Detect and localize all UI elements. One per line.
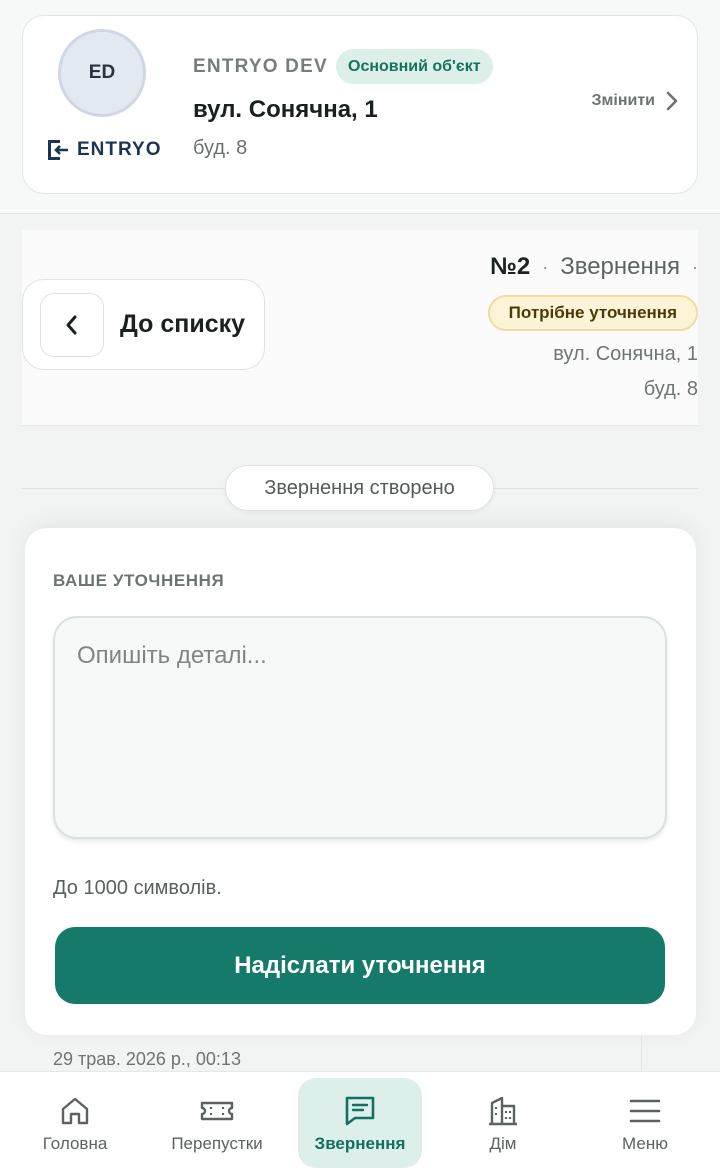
nav-item-passes[interactable]: Перепустки <box>155 1078 279 1168</box>
ticket-header: До списку №2 · Звернення · Потрібне уточ… <box>22 230 698 426</box>
object-header: ED ENTRYO ENTRYO DEV Основний об'єкт вул… <box>0 0 720 214</box>
brand-logo: ENTRYO <box>45 137 161 163</box>
entryo-logo-icon <box>48 140 68 160</box>
ticket-number: №2 <box>490 253 531 280</box>
character-limit-hint: До 1000 символів. <box>53 877 222 899</box>
clarification-input[interactable] <box>53 616 667 839</box>
nav-label-requests: Звернення <box>314 1134 406 1153</box>
message-timestamp: 29 трав. 2026 р., 00:13 <box>53 1049 241 1069</box>
nav-label-home: Головна <box>42 1134 108 1153</box>
change-object-button[interactable]: Змінити <box>592 90 679 112</box>
menu-icon <box>626 1092 664 1130</box>
avatar: ED <box>58 29 146 117</box>
ticket-icon <box>198 1092 236 1130</box>
brand-name: ENTRYO <box>77 139 162 160</box>
nav-item-menu[interactable]: Меню <box>583 1078 707 1168</box>
org-name: ENTRYO DEV <box>193 56 328 77</box>
ticket-type: Звернення <box>560 253 680 280</box>
back-to-list-label: До списку <box>120 310 246 338</box>
bottom-nav: Головна Перепустки Звернення Дім Меню <box>0 1071 720 1173</box>
building-icon <box>484 1092 522 1130</box>
clarification-sheet: ВАШЕ УТОЧНЕННЯ До 1000 символів. Надісла… <box>25 528 696 1035</box>
chevron-left-icon <box>40 292 104 357</box>
nav-item-home[interactable]: Головна <box>13 1078 137 1168</box>
ticket-street: вул. Сонячна, 1 <box>553 343 698 365</box>
nav-label-menu: Меню <box>622 1134 668 1153</box>
separator-dot: · <box>692 256 698 277</box>
clarification-title: ВАШЕ УТОЧНЕННЯ <box>53 571 225 590</box>
nav-label-passes: Перепустки <box>171 1134 263 1153</box>
object-card[interactable]: ED ENTRYO ENTRYO DEV Основний об'єкт вул… <box>22 15 698 194</box>
chevron-right-icon <box>666 91 678 111</box>
ticket-meta: №2 · Звернення · <box>490 253 698 281</box>
ticket-building: буд. 8 <box>643 378 698 400</box>
object-street: вул. Сонячна, 1 <box>193 96 378 123</box>
status-badge: Потрібне уточнення <box>487 295 698 331</box>
separator-dot: · <box>542 256 549 277</box>
nav-item-home-building[interactable]: Дім <box>441 1078 565 1168</box>
home-icon <box>56 1092 94 1130</box>
nav-label-building: Дім <box>489 1134 517 1153</box>
submit-clarification-button[interactable]: Надіслати уточнення <box>55 927 665 1004</box>
back-to-list-button[interactable]: До списку <box>22 279 265 370</box>
message-icon <box>341 1092 379 1130</box>
object-building: буд. 8 <box>193 137 248 159</box>
primary-object-badge: Основний об'єкт <box>336 49 493 84</box>
nav-item-requests[interactable]: Звернення <box>298 1078 422 1168</box>
change-object-label: Змінити <box>591 92 655 109</box>
timeline-event-pill: Звернення створено <box>225 465 494 511</box>
